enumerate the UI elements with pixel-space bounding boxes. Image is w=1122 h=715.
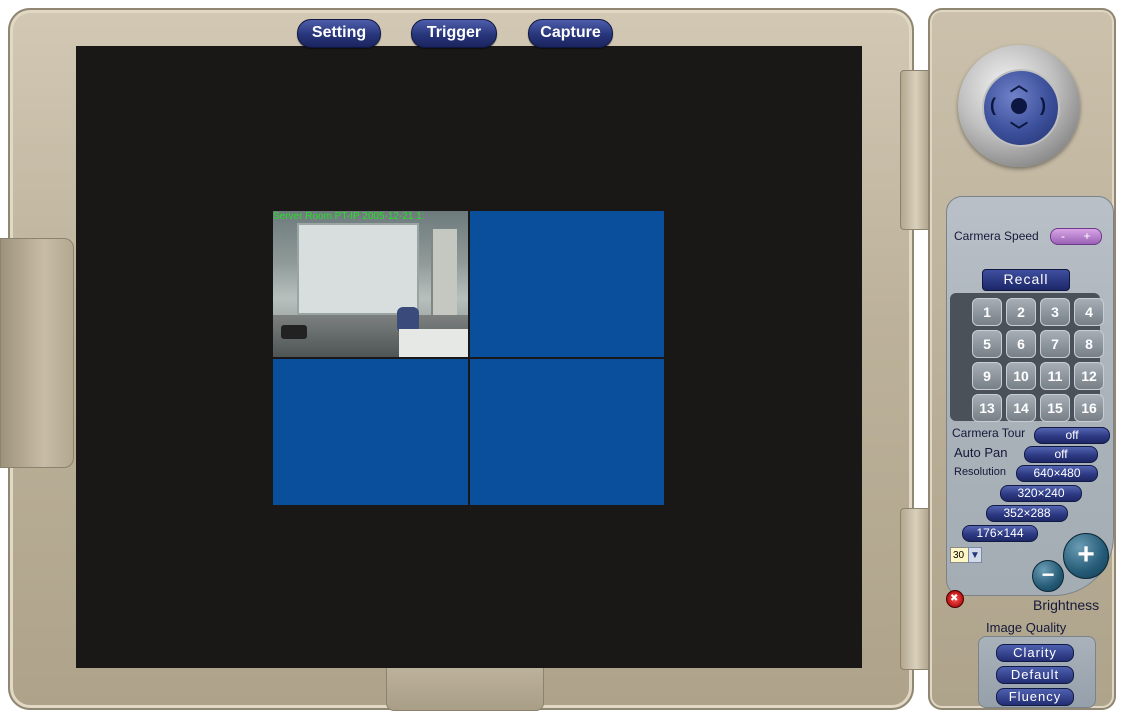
camera-tour-toggle[interactable]: off <box>1034 427 1110 444</box>
resolution-320x240-button[interactable]: 320×240 <box>1000 485 1082 502</box>
camera-channel-2[interactable] <box>470 211 664 357</box>
capture-button[interactable]: Capture <box>528 19 613 48</box>
camera-channel-1[interactable]: Server Room PT-IP 2005-12-21 1: <box>273 211 468 357</box>
preset-grid: 1 2 3 4 5 6 7 8 9 10 11 12 13 14 15 16 <box>950 293 1104 422</box>
speed-increase-button[interactable]: + <box>1075 229 1099 243</box>
phone <box>281 325 307 339</box>
image-quality-label: Image Quality <box>986 620 1067 635</box>
frame-left-grip <box>0 238 74 468</box>
record-icon[interactable] <box>946 590 964 608</box>
preset-5-button[interactable]: 5 <box>972 330 1002 358</box>
preset-7-button[interactable]: 7 <box>1040 330 1070 358</box>
desk <box>399 329 468 357</box>
resolution-640x480-button[interactable]: 640×480 <box>1016 465 1098 482</box>
resolution-352x288-button[interactable]: 352×288 <box>986 505 1068 522</box>
whiteboard <box>297 223 419 315</box>
resolution-label: Resolution <box>954 466 1006 478</box>
door <box>431 229 457 317</box>
pan-down-icon[interactable]: ﹀ <box>1010 122 1028 140</box>
pan-up-icon[interactable]: ︿ <box>1010 76 1028 94</box>
preset-6-button[interactable]: 6 <box>1006 330 1036 358</box>
preset-1-button[interactable]: 1 <box>972 298 1002 326</box>
preset-4-button[interactable]: 4 <box>1074 298 1104 326</box>
ptz-home-button[interactable] <box>1011 98 1027 114</box>
brightness-increase-button[interactable]: + <box>1063 533 1109 579</box>
resolution-176x144-button[interactable]: 176×144 <box>962 525 1038 542</box>
auto-pan-label: Auto Pan <box>954 445 1008 460</box>
preset-16-button[interactable]: 16 <box>1074 394 1104 422</box>
preset-3-button[interactable]: 3 <box>1040 298 1070 326</box>
chevron-down-icon[interactable]: ▼ <box>968 547 982 563</box>
pan-left-icon[interactable]: ( <box>990 96 996 114</box>
brightness-label: Brightness <box>1033 597 1100 613</box>
quality-clarity-button[interactable]: Clarity <box>996 644 1074 662</box>
auto-pan-toggle[interactable]: off <box>1024 446 1098 463</box>
setting-button[interactable]: Setting <box>297 19 381 48</box>
frame-bottom-tab <box>386 668 544 711</box>
preset-11-button[interactable]: 11 <box>1040 362 1070 390</box>
pan-right-icon[interactable]: ) <box>1040 96 1046 114</box>
camera-tour-label: Carmera Tour <box>952 426 1026 440</box>
brightness-decrease-button[interactable]: − <box>1032 560 1064 592</box>
preset-10-button[interactable]: 10 <box>1006 362 1036 390</box>
camera-overlay-text: Server Room PT-IP 2005-12-21 1: <box>273 211 425 222</box>
preset-2-button[interactable]: 2 <box>1006 298 1036 326</box>
preset-8-button[interactable]: 8 <box>1074 330 1104 358</box>
recall-button[interactable]: Recall <box>982 269 1070 291</box>
quality-default-button[interactable]: Default <box>996 666 1074 684</box>
quality-fluency-button[interactable]: Fluency <box>996 688 1074 706</box>
trigger-button[interactable]: Trigger <box>411 19 497 48</box>
camera-speed-control[interactable]: - + <box>1050 228 1102 245</box>
camera-channel-4[interactable] <box>470 359 664 505</box>
preset-12-button[interactable]: 12 <box>1074 362 1104 390</box>
frame-rate-select[interactable]: 30 <box>950 547 970 563</box>
preset-14-button[interactable]: 14 <box>1006 394 1036 422</box>
camera-speed-label: Carmera Speed <box>954 229 1039 243</box>
preset-13-button[interactable]: 13 <box>972 394 1002 422</box>
preset-9-button[interactable]: 9 <box>972 362 1002 390</box>
preset-15-button[interactable]: 15 <box>1040 394 1070 422</box>
speed-decrease-button[interactable]: - <box>1051 229 1075 243</box>
quad-view: Server Room PT-IP 2005-12-21 1: <box>273 211 664 505</box>
camera-channel-3[interactable] <box>273 359 468 505</box>
